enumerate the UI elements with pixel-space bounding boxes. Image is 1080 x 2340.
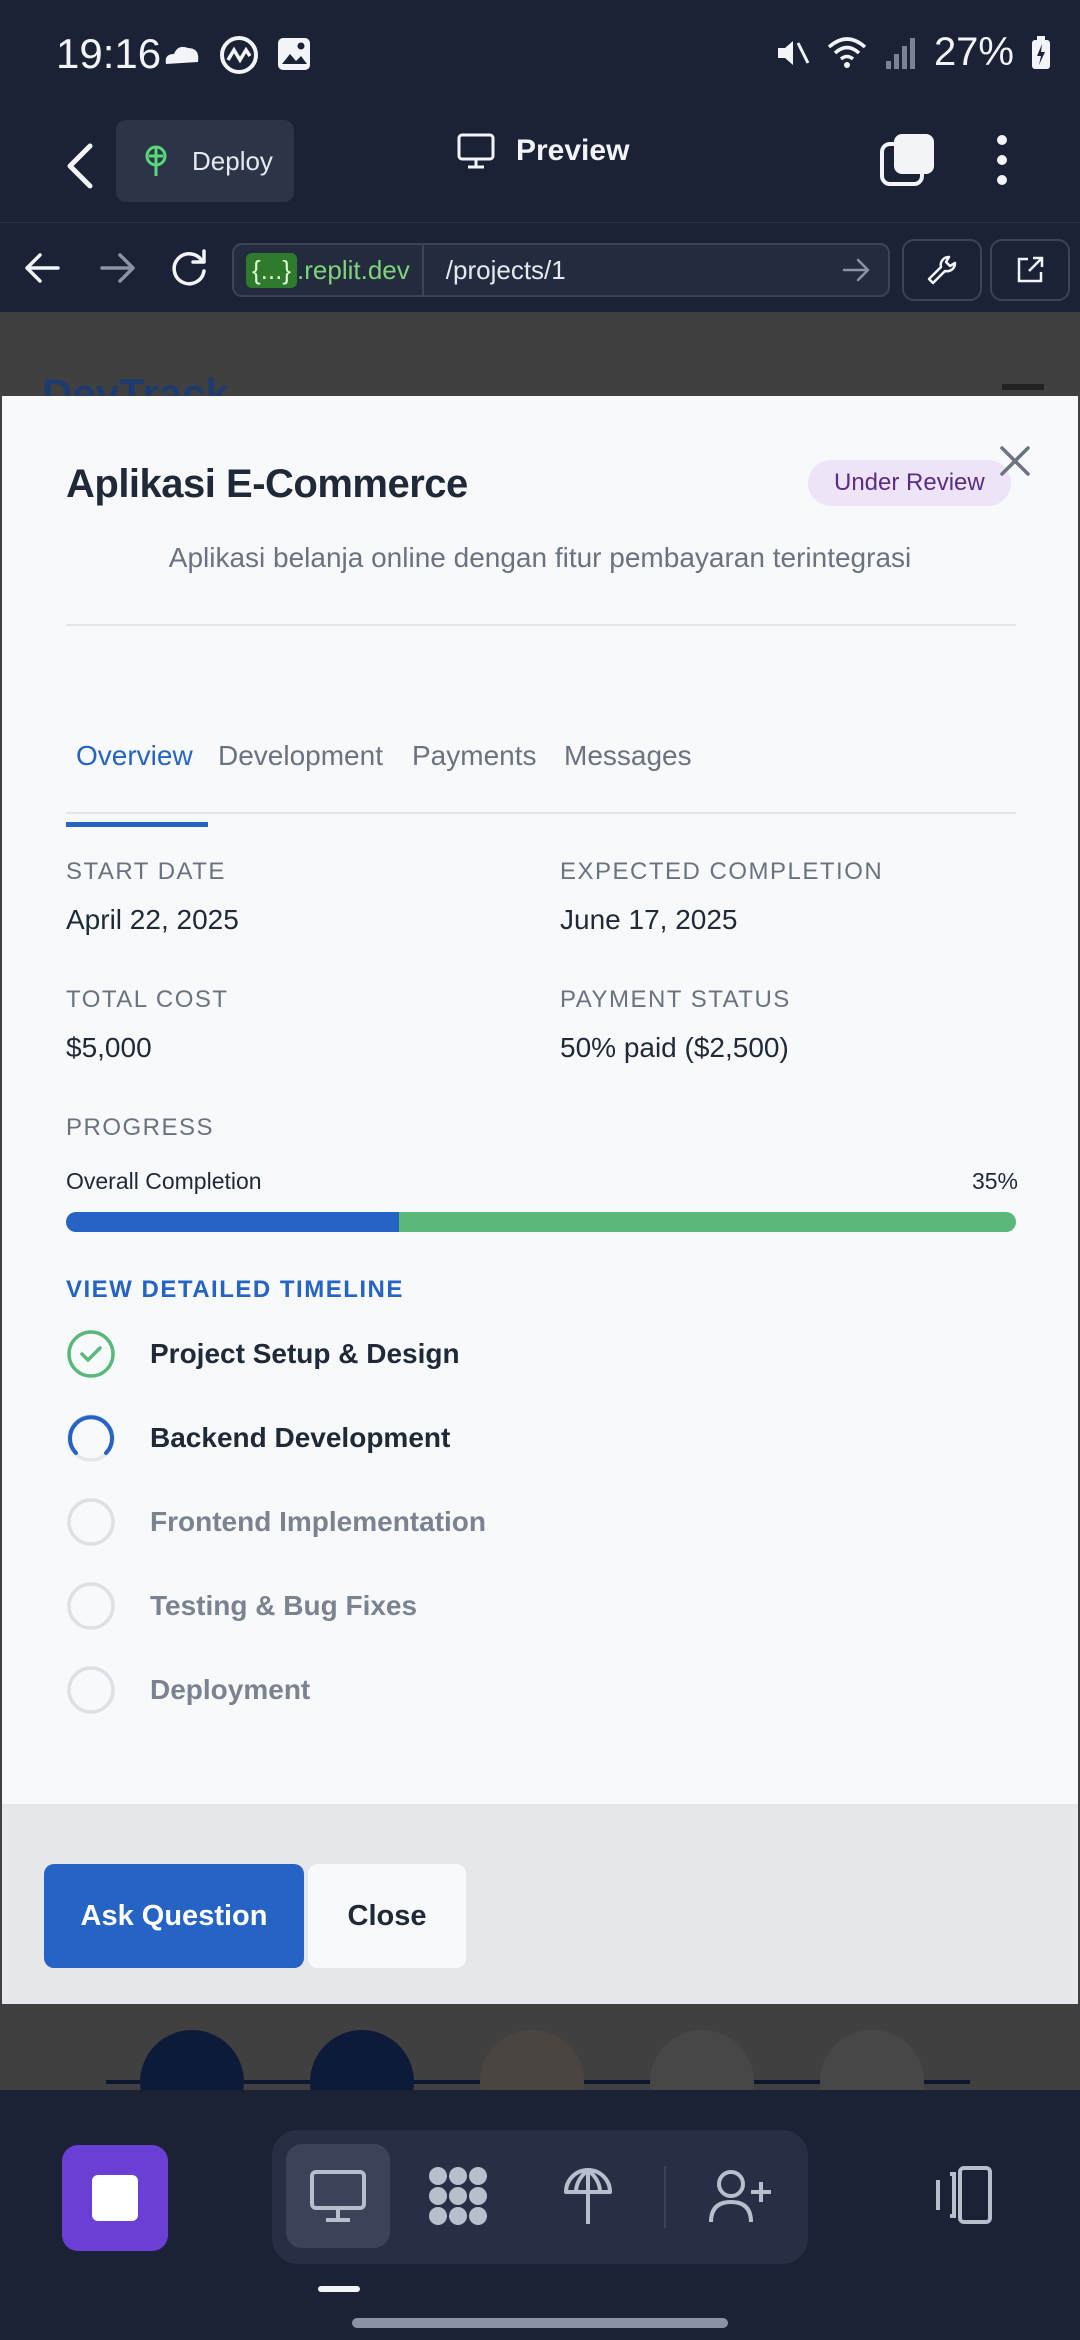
gallery-icon xyxy=(278,38,310,70)
panels-icon[interactable] xyxy=(930,2162,996,2228)
pending-circle-icon xyxy=(67,1666,115,1714)
modal-footer: Ask Question Close xyxy=(2,1804,1078,2004)
expected-completion-label: EXPECTED COMPLETION xyxy=(560,858,884,885)
project-title: Aplikasi E-Commerce xyxy=(66,462,468,506)
tool-separator xyxy=(664,2166,666,2228)
stop-button[interactable] xyxy=(62,2145,168,2251)
header-divider xyxy=(66,624,1016,626)
open-external-button[interactable] xyxy=(990,239,1070,301)
url-input[interactable]: {...} .replit.dev /projects/1 xyxy=(232,243,890,297)
timeline-step: Frontend Implementation xyxy=(66,1494,486,1550)
deploy-button[interactable]: Deploy xyxy=(116,120,294,202)
timeline-step: Testing & Bug Fixes xyxy=(66,1578,417,1634)
background-step-indicators xyxy=(106,2030,970,2092)
invite-user-button[interactable] xyxy=(688,2144,792,2248)
progress-bar-fill xyxy=(66,1212,399,1232)
url-host: {...} .replit.dev xyxy=(234,245,424,295)
view-timeline-link[interactable]: VIEW DETAILED TIMELINE xyxy=(66,1276,404,1304)
cloud-icon xyxy=(165,46,199,64)
invite-user-icon xyxy=(709,2170,771,2223)
desktop-preview-button[interactable] xyxy=(286,2144,390,2248)
reload-icon[interactable] xyxy=(166,245,212,291)
battery-charging-icon xyxy=(1032,35,1050,69)
url-host-domain: .replit.dev xyxy=(297,254,410,285)
start-date-value: April 22, 2025 xyxy=(66,904,239,935)
tool-group xyxy=(272,2130,808,2264)
workflows-icon xyxy=(429,2167,487,2225)
browser-back-icon[interactable] xyxy=(20,245,66,291)
tab-payments[interactable]: Payments xyxy=(412,740,537,772)
preview-label: Preview xyxy=(516,134,630,167)
timeline-step-label: Project Setup & Design xyxy=(150,1338,460,1369)
deploy-icon xyxy=(564,2168,612,2224)
deploy-label: Deploy xyxy=(192,145,273,176)
close-button[interactable]: Close xyxy=(308,1864,466,1968)
signal-icon xyxy=(885,37,915,69)
browser-forward-icon[interactable] xyxy=(94,245,140,291)
close-icon[interactable] xyxy=(998,444,1032,478)
url-bar: {...} .replit.dev /projects/1 xyxy=(0,222,1080,312)
ask-question-button[interactable]: Ask Question xyxy=(44,1864,304,1968)
system-icons: 27% xyxy=(774,30,1052,75)
timeline-step-label: Deployment xyxy=(150,1674,311,1705)
status-time: 19:16 xyxy=(56,30,162,77)
wrench-icon xyxy=(927,255,957,285)
pending-circle-icon xyxy=(67,1498,115,1546)
progress-section-label: PROGRESS xyxy=(66,1114,215,1141)
timeline-step-label: Testing & Bug Fixes xyxy=(150,1590,418,1621)
devtools-button[interactable] xyxy=(902,239,982,301)
go-arrow-icon[interactable] xyxy=(836,250,876,290)
monitor-icon xyxy=(457,133,495,169)
payment-status-label: PAYMENT STATUS xyxy=(560,986,791,1013)
url-host-brace: {...} xyxy=(246,252,298,288)
status-badge: Under Review xyxy=(808,460,1011,506)
battery-percent: 27% xyxy=(933,30,1014,74)
in-progress-icon xyxy=(67,1414,115,1462)
bottom-toolbar xyxy=(0,2090,1080,2340)
expected-completion-value: June 17, 2025 xyxy=(560,904,738,935)
progress-bar xyxy=(66,1212,1016,1232)
workflows-button[interactable] xyxy=(406,2144,510,2248)
total-cost-label: TOTAL COST xyxy=(66,986,229,1013)
notification-icons xyxy=(160,34,314,76)
timeline-step-label: Frontend Implementation xyxy=(150,1506,486,1537)
check-circle-icon xyxy=(67,1330,115,1378)
pending-circle-icon xyxy=(67,1582,115,1630)
status-bar: 19:16 27% xyxy=(0,0,1080,110)
app-bar: Deploy Preview xyxy=(0,110,1080,222)
tabs-icon[interactable] xyxy=(880,132,936,188)
tab-development[interactable]: Development xyxy=(218,740,383,772)
url-path: /projects/1 xyxy=(445,254,566,285)
desktop-preview-icon xyxy=(310,2170,366,2222)
more-vertical-icon[interactable] xyxy=(982,130,1022,190)
deployments-button[interactable] xyxy=(536,2144,640,2248)
preview-title: Preview xyxy=(456,132,629,170)
wifi-icon xyxy=(827,36,867,68)
coinmarketcap-icon xyxy=(220,36,258,74)
stop-icon xyxy=(92,2175,138,2221)
tabs-divider xyxy=(66,812,1016,814)
tab-overview[interactable]: Overview xyxy=(76,740,193,772)
background-menu-icon xyxy=(1002,384,1044,390)
active-tab-indicator xyxy=(66,822,208,827)
payment-status-value: 50% paid ($2,500) xyxy=(560,1032,789,1063)
external-link-icon xyxy=(1017,256,1044,283)
timeline-step: Backend Development xyxy=(66,1410,450,1466)
project-detail-modal: Aplikasi E-Commerce Under Review Aplikas… xyxy=(2,396,1078,2004)
total-cost-value: $5,000 xyxy=(66,1032,152,1063)
progress-percent: 35% xyxy=(971,1168,1018,1194)
deploy-icon xyxy=(145,145,167,176)
timeline-step: Deployment xyxy=(66,1662,310,1718)
home-indicator[interactable] xyxy=(352,2318,728,2328)
timeline-step-label: Backend Development xyxy=(150,1422,451,1453)
mute-icon xyxy=(777,40,810,65)
project-description: Aplikasi belanja online dengan fitur pem… xyxy=(168,542,912,573)
timeline-step: Project Setup & Design xyxy=(66,1326,460,1382)
start-date-label: START DATE xyxy=(66,858,226,885)
active-tool-indicator xyxy=(318,2286,360,2292)
progress-label: Overall Completion xyxy=(66,1168,262,1194)
back-arrow-icon[interactable] xyxy=(52,136,112,196)
tab-messages[interactable]: Messages xyxy=(564,740,692,772)
